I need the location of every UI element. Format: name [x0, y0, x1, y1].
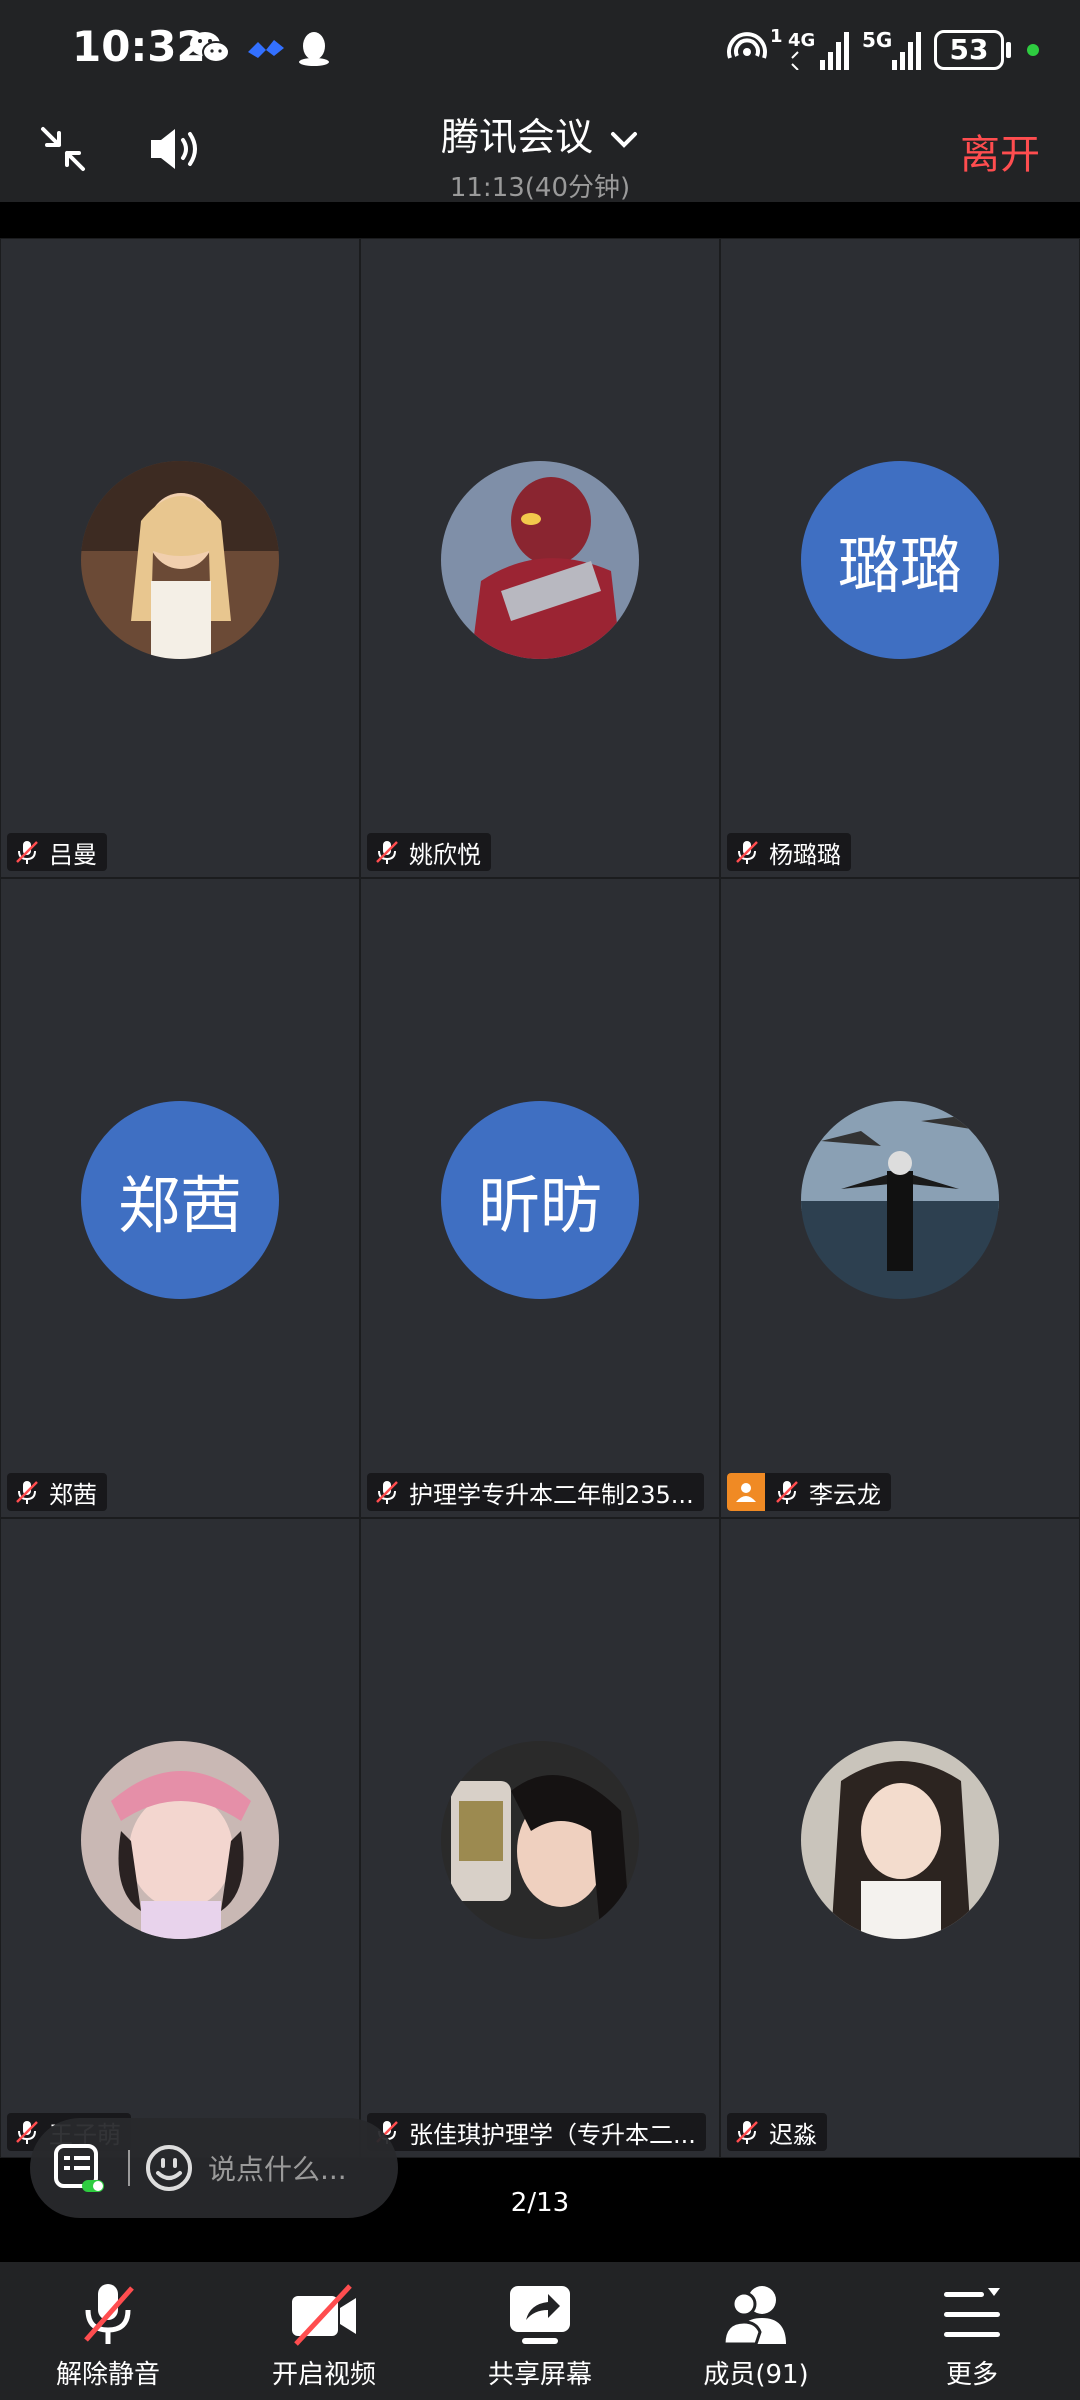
mic-muted-icon: [736, 2121, 758, 2144]
participant-name-tag: 护理学专升本二年制235...: [367, 1473, 704, 1511]
participant-name: 迟淼: [769, 2120, 817, 2149]
participant-name-tag: 迟淼: [727, 2113, 827, 2151]
participant-name-tag: 郑茜: [7, 1473, 107, 1511]
menu-icon: [944, 2288, 1000, 2337]
hotspot-icon: [727, 32, 767, 59]
participant-tile[interactable]: 郑茜 郑茜: [0, 878, 360, 1518]
person-icon: [736, 1483, 756, 1502]
unmute-label: 解除静音: [55, 2360, 160, 2390]
participant-name: 吕曼: [49, 840, 97, 869]
share-screen-button[interactable]: 共享屏幕: [432, 2262, 648, 2400]
meeting-title: 腾讯会议: [440, 115, 593, 159]
battery-indicator: 53: [934, 30, 1004, 70]
share-screen-icon: [510, 2286, 570, 2344]
bottom-toolbar: 解除静音 开启视频 共享屏幕 成员(91) 更多: [0, 2262, 1080, 2400]
feishu-icon: [248, 40, 284, 58]
participant-name-tag: 姚欣悦: [367, 833, 491, 871]
avatar: [81, 461, 279, 659]
chat-placeholder[interactable]: 说点什么...: [208, 2148, 347, 2188]
signal-bars-2-icon: [892, 32, 921, 70]
participant-name-tag: 杨璐璐: [727, 833, 851, 871]
participant-name: 张佳琪护理学（专升本二...: [409, 2120, 696, 2149]
meeting-title-row[interactable]: 腾讯会议: [0, 106, 1080, 161]
danmaku-toggle-icon[interactable]: [52, 2142, 108, 2194]
participant-name: 护理学专升本二年制235...: [409, 1480, 694, 1509]
avatar: [801, 1101, 999, 1299]
privacy-dot: [1027, 44, 1039, 56]
participant-tile[interactable]: 王子萌: [0, 1518, 360, 2158]
participant-grid: 吕曼 姚欣悦 璐璐 杨璐璐 郑茜 郑茜 昕昉 护理学专升本二年制235... 李…: [0, 238, 1080, 2158]
page-indicator: 2/13: [510, 2188, 570, 2218]
status-time: 10:32: [72, 22, 206, 71]
mic-muted-icon: [776, 1481, 798, 1504]
camera-off-icon: [292, 2284, 356, 2346]
avatar: [81, 1741, 279, 1939]
status-bar: 10:32 1 4G 5G 53: [0, 0, 1080, 96]
participant-name: 姚欣悦: [409, 840, 481, 869]
share-screen-label: 共享屏幕: [487, 2360, 592, 2390]
meeting-duration: 11:13(40分钟): [449, 173, 631, 203]
signal-bars-1-icon: [791, 32, 849, 70]
participant-name: 李云龙: [809, 1480, 881, 1509]
participant-name-tag: 吕曼: [7, 833, 107, 871]
meeting-header: 腾讯会议 11:13(40分钟) 离开: [0, 96, 1080, 204]
mic-off-icon: [84, 2284, 134, 2344]
participant-tile[interactable]: 姚欣悦: [360, 238, 720, 878]
avatar: [441, 1741, 639, 1939]
meeting-title-area[interactable]: 腾讯会议 11:13(40分钟): [0, 106, 1080, 204]
sim-1-label: 1: [770, 26, 783, 47]
participant-name-tag: 李云龙: [727, 1473, 891, 1511]
divider: [128, 2150, 130, 2186]
participant-name-tag: 张佳琪护理学（专升本二...: [367, 2113, 706, 2151]
mic-muted-icon: [376, 1481, 398, 1504]
participant-name: 郑茜: [49, 1480, 97, 1509]
participant-tile[interactable]: 昕昉 护理学专升本二年制235...: [360, 878, 720, 1518]
qq-icon: [299, 32, 329, 66]
members-label: 成员(91): [703, 2360, 809, 2390]
unmute-button[interactable]: 解除静音: [0, 2262, 216, 2400]
mic-muted-icon: [16, 841, 38, 864]
start-video-button[interactable]: 开启视频: [216, 2262, 432, 2400]
participant-tile[interactable]: 吕曼: [0, 238, 360, 878]
mic-muted-icon: [376, 841, 398, 864]
members-icon: [722, 2286, 786, 2346]
avatar: [801, 1741, 999, 1939]
start-video-label: 开启视频: [271, 2360, 376, 2390]
avatar: 昕昉: [441, 1101, 639, 1299]
wechat-icon: [190, 32, 230, 63]
chevron-down-icon: [611, 131, 638, 148]
more-label: 更多: [945, 2360, 998, 2390]
members-button[interactable]: 成员(91): [648, 2262, 864, 2400]
participant-tile[interactable]: 迟淼: [720, 1518, 1080, 2158]
host-badge: [727, 1473, 765, 1511]
participant-tile[interactable]: 璐璐 杨璐璐: [720, 238, 1080, 878]
mic-muted-icon: [16, 1481, 38, 1504]
leave-button[interactable]: 离开: [960, 122, 1040, 180]
emoji-icon[interactable]: [144, 2143, 194, 2193]
mic-muted-icon: [736, 841, 758, 864]
avatar: [441, 461, 639, 659]
avatar: 璐璐: [801, 461, 999, 659]
participant-name: 杨璐璐: [769, 840, 841, 869]
avatar: 郑茜: [81, 1101, 279, 1299]
participant-tile[interactable]: 李云龙: [720, 878, 1080, 1518]
participant-tile[interactable]: 张佳琪护理学（专升本二...: [360, 1518, 720, 2158]
battery-tip: [1006, 42, 1011, 58]
more-button[interactable]: 更多: [864, 2262, 1080, 2400]
